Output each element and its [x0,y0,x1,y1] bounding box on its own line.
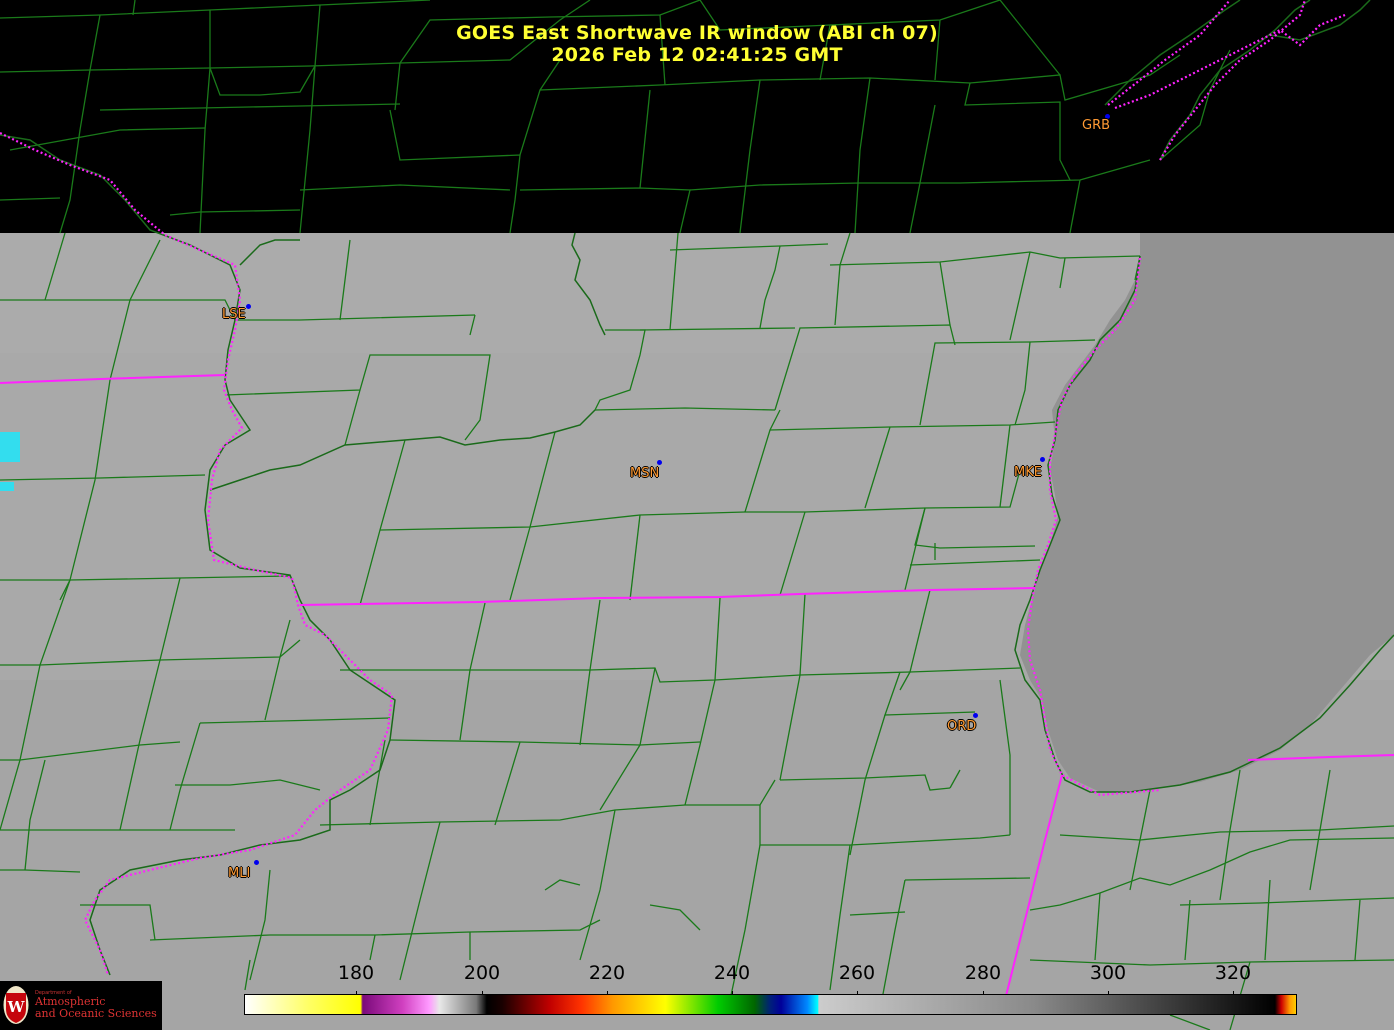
logo-name-line-2: and Oceanic Sciences [35,1007,157,1020]
title-line-2: 2026 Feb 12 02:41:25 GMT [551,44,843,66]
colorbar-tick-300: 300 [1089,962,1127,984]
colorbar-tick-180: 180 [337,962,375,984]
colorbar-tick-320: 320 [1214,962,1252,984]
colorbar-tick-240: 240 [713,962,751,984]
city-label-grb: GRB [1082,118,1111,133]
title-line-1: GOES East Shortwave IR window (ABI ch 07… [456,22,938,44]
satellite-map [0,0,1394,1030]
svg-text:W: W [7,998,26,1016]
colorbar-tick-260: 260 [838,962,876,984]
cold-cloud-spot [0,432,20,462]
temperature-colorbar [244,994,1297,1015]
city-label-mli: MLI [228,866,251,881]
uw-crest-icon: W [3,986,29,1024]
colorbar-tick-280: 280 [964,962,1002,984]
aos-logo: W Department of Atmospheric and Oceanic … [0,981,162,1030]
city-dot-msn [657,460,662,465]
city-label-lse: LSE [222,307,246,322]
city-label-mke: MKE [1014,465,1042,480]
colorbar-tick-200: 200 [463,962,501,984]
city-dot-mke [1040,457,1045,462]
city-dot-lse [246,304,251,309]
city-dot-mli [254,860,259,865]
city-label-msn: MSN [630,466,660,481]
city-label-ord: ORD [947,719,977,734]
colorbar-tick-220: 220 [588,962,626,984]
city-dot-ord [973,713,978,718]
